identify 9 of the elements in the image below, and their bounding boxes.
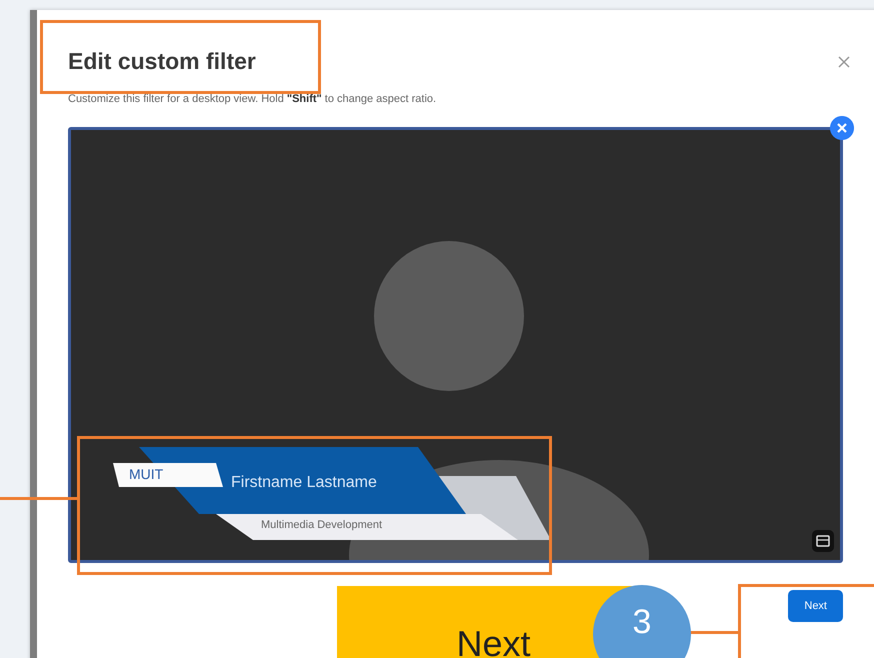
dialog-description: Customize this filter for a desktop view. Hold "Shift" to change aspect ratio. [68, 93, 438, 105]
organization-label: MUIT [129, 466, 164, 482]
dialog-title: Edit custom filter [68, 48, 256, 75]
image-icon[interactable] [812, 530, 834, 552]
person-name: Firstname Lastname [231, 474, 377, 492]
next-button[interactable]: Next [788, 590, 843, 622]
callout-label: Next [456, 626, 531, 658]
department-label: Multimedia Development [261, 519, 382, 531]
close-icon[interactable] [830, 116, 854, 140]
